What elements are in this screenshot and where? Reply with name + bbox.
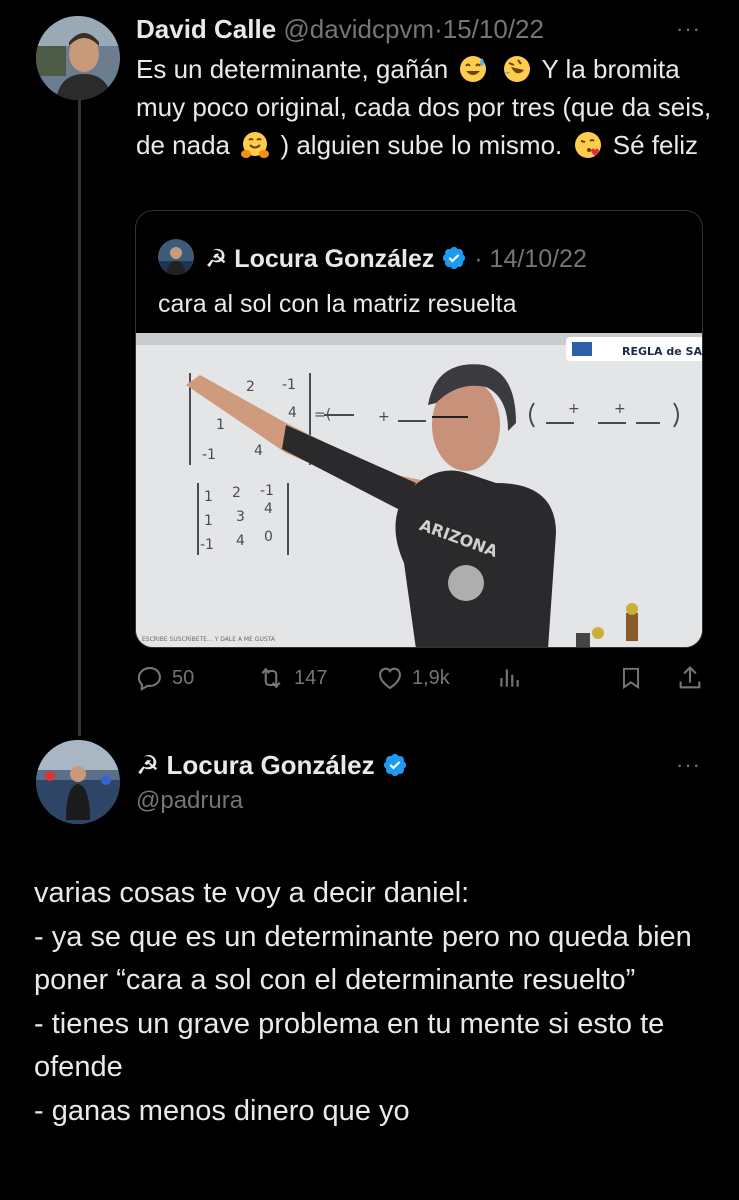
quote-header: ☭ Locura González · 14/10/22: [158, 239, 587, 276]
board-bottom-text: ESCRIBE SUSCRÍBETE... Y DALE A ME GUSTA: [142, 636, 276, 643]
media-caption: REGLA de SA: [622, 345, 702, 358]
quote-date[interactable]: · 14/10/22: [474, 245, 587, 273]
svg-text:-1: -1: [200, 537, 214, 553]
retweet-button[interactable]: 147: [256, 660, 327, 696]
quoted-tweet[interactable]: ☭ Locura González · 14/10/22 cara al sol…: [135, 210, 703, 648]
tweet-text: Es un determinante, gañán Y la bromita m…: [136, 50, 716, 164]
svg-text:0: 0: [264, 529, 273, 545]
svg-text:2: 2: [232, 485, 241, 501]
svg-text:+: +: [568, 401, 580, 417]
heart-icon: [379, 667, 401, 690]
share-button[interactable]: [676, 660, 704, 696]
svg-text:3: 3: [236, 509, 245, 525]
tweet-header: David Calle @davidcpvm·15/10/22: [136, 12, 544, 46]
quote-media-image[interactable]: 2 -1 1 4 -1 4 1 2 -1 1 3 4 -1 4 0 =( + + + ESCRIBE …: [136, 333, 702, 647]
thread-connector-line: [78, 100, 81, 736]
kissing-heart-emoji-icon: [574, 132, 601, 158]
tweet-text-part: ) alguien sube lo mismo.: [280, 130, 563, 160]
quote-author-name[interactable]: ☭ Locura González: [205, 245, 434, 273]
tweet-text-part: Sé feliz: [612, 130, 698, 160]
tweet-text: varias cosas te voy a decir daniel: - ya…: [34, 877, 692, 1127]
verified-badge-icon: [383, 753, 406, 777]
rofl-emoji-icon: [503, 56, 530, 82]
author-handle[interactable]: @davidcpvm: [283, 14, 434, 44]
svg-text:+: +: [378, 409, 390, 425]
svg-text:4: 4: [264, 501, 273, 517]
svg-text:2: 2: [246, 379, 255, 395]
dot-separator: ·: [434, 14, 443, 44]
more-options-icon[interactable]: ···: [676, 16, 701, 42]
svg-text:=(: =(: [314, 407, 331, 423]
svg-text:4: 4: [288, 405, 297, 421]
bookmark-button[interactable]: [618, 660, 644, 696]
bookmark-icon: [622, 667, 640, 690]
hugging-emoji-icon: [241, 132, 270, 158]
author-name[interactable]: David Calle: [136, 14, 276, 44]
svg-text:1: 1: [204, 513, 213, 529]
author-handle[interactable]: @padrura: [136, 784, 243, 818]
reply-button[interactable]: 50: [136, 660, 194, 696]
avatar[interactable]: [36, 740, 120, 824]
quote-text: cara al sol con la matriz resuelta: [158, 290, 517, 318]
avatar[interactable]: [36, 16, 120, 100]
author-name[interactable]: ☭ Locura González: [136, 750, 375, 780]
verified-badge-icon: [443, 246, 466, 270]
tweet-header: ☭ Locura González: [136, 748, 408, 782]
tweet-action-bar: 50 147 1,9k: [136, 660, 706, 700]
views-button[interactable]: [496, 660, 522, 696]
svg-text:4: 4: [254, 443, 263, 459]
retweet-count: 147: [294, 666, 328, 689]
svg-text:1: 1: [216, 417, 225, 433]
sweat-smile-emoji-icon: [460, 56, 487, 82]
svg-text:4: 4: [236, 533, 245, 549]
views-icon: [500, 669, 519, 687]
svg-text:-1: -1: [202, 447, 216, 463]
share-icon: [679, 666, 701, 689]
svg-text:1: 1: [204, 489, 213, 505]
tweet-text-part: Es un determinante, gañán: [136, 54, 449, 84]
svg-text:+: +: [614, 401, 626, 417]
more-options-icon[interactable]: ···: [676, 752, 701, 778]
reply-icon: [137, 667, 161, 691]
like-count: 1,9k: [412, 666, 450, 689]
svg-text:-1: -1: [260, 483, 274, 499]
svg-text:-1: -1: [282, 377, 296, 393]
like-button[interactable]: 1,9k: [376, 660, 450, 696]
quote-avatar: [158, 239, 194, 275]
reply-count: 50: [172, 666, 195, 689]
tweet-date[interactable]: 15/10/22: [443, 14, 544, 44]
retweet-icon: [261, 667, 281, 689]
